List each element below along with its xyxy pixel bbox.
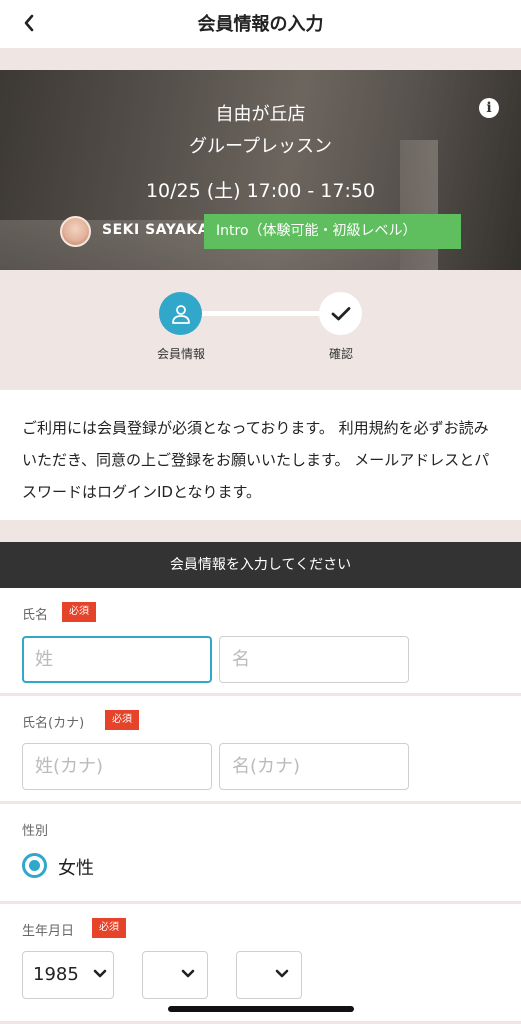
birth-day-select[interactable] xyxy=(236,951,302,999)
step-connector xyxy=(181,311,341,316)
level-badge: Intro（体験可能・初級レベル） xyxy=(204,214,461,249)
gender-female-radio[interactable] xyxy=(22,853,47,878)
kana-label: 氏名(カナ) xyxy=(22,716,85,731)
lesson-datetime: 10/25 (土) 17:00 - 17:50 xyxy=(145,180,376,202)
progress-steps: 会員情報 確認 xyxy=(0,270,521,390)
registration-notice: ご利用には会員登録が必須となっております。 利用規約を必ずお読みいただき、同意の… xyxy=(0,390,521,520)
birth-month-select[interactable] xyxy=(142,951,208,999)
instructor-name: SEKI SAYAKA xyxy=(102,222,209,238)
chevron-down-icon xyxy=(275,969,289,978)
chevron-down-icon xyxy=(93,969,107,978)
first-name-kana-input[interactable]: 名(カナ) xyxy=(219,743,409,790)
required-badge: 必須 xyxy=(92,918,126,938)
home-indicator xyxy=(168,1006,354,1012)
step-label-confirm: 確認 xyxy=(328,347,353,361)
gender-label: 性別 xyxy=(22,824,49,839)
required-badge: 必須 xyxy=(105,710,139,730)
name-section: 氏名 必須 姓 名 xyxy=(0,588,521,696)
step-confirm xyxy=(319,292,362,335)
kana-section: 氏名(カナ) 必須 姓(カナ) 名(カナ) xyxy=(0,696,521,804)
page-title: 会員情報の入力 xyxy=(197,14,324,35)
required-badge: 必須 xyxy=(62,602,96,622)
studio-name: 自由が丘店 xyxy=(215,104,306,125)
lesson-banner-wrap: 自由が丘店 グループレッスン 10/25 (土) 17:00 - 17:50 i… xyxy=(0,48,521,270)
last-name-input[interactable]: 姓 xyxy=(22,636,212,683)
birth-year-select[interactable]: 1985 xyxy=(22,951,114,999)
lesson-banner: 自由が丘店 グループレッスン 10/25 (土) 17:00 - 17:50 i… xyxy=(0,70,521,270)
last-name-kana-input[interactable]: 姓(カナ) xyxy=(22,743,212,790)
birth-year-value: 1985 xyxy=(33,964,79,985)
info-icon[interactable]: i xyxy=(479,98,499,118)
check-icon xyxy=(331,306,350,320)
radio-selected-dot xyxy=(29,860,40,871)
app-header: 会員情報の入力 xyxy=(0,0,521,46)
form-header: 会員情報を入力してください xyxy=(0,542,521,588)
gender-female-label[interactable]: 女性 xyxy=(58,854,94,880)
step-member-info xyxy=(159,292,202,335)
chevron-down-icon xyxy=(181,969,195,978)
birthdate-label: 生年月日 xyxy=(22,924,75,939)
name-label: 氏名 xyxy=(22,608,49,623)
section-divider xyxy=(0,520,521,542)
user-icon xyxy=(171,304,190,324)
step-label-member-info: 会員情報 xyxy=(156,347,205,361)
instructor-avatar xyxy=(60,216,91,247)
first-name-input[interactable]: 名 xyxy=(219,636,409,683)
gender-section: 性別 女性 xyxy=(0,804,521,904)
lesson-type: グループレッスン xyxy=(189,136,332,157)
